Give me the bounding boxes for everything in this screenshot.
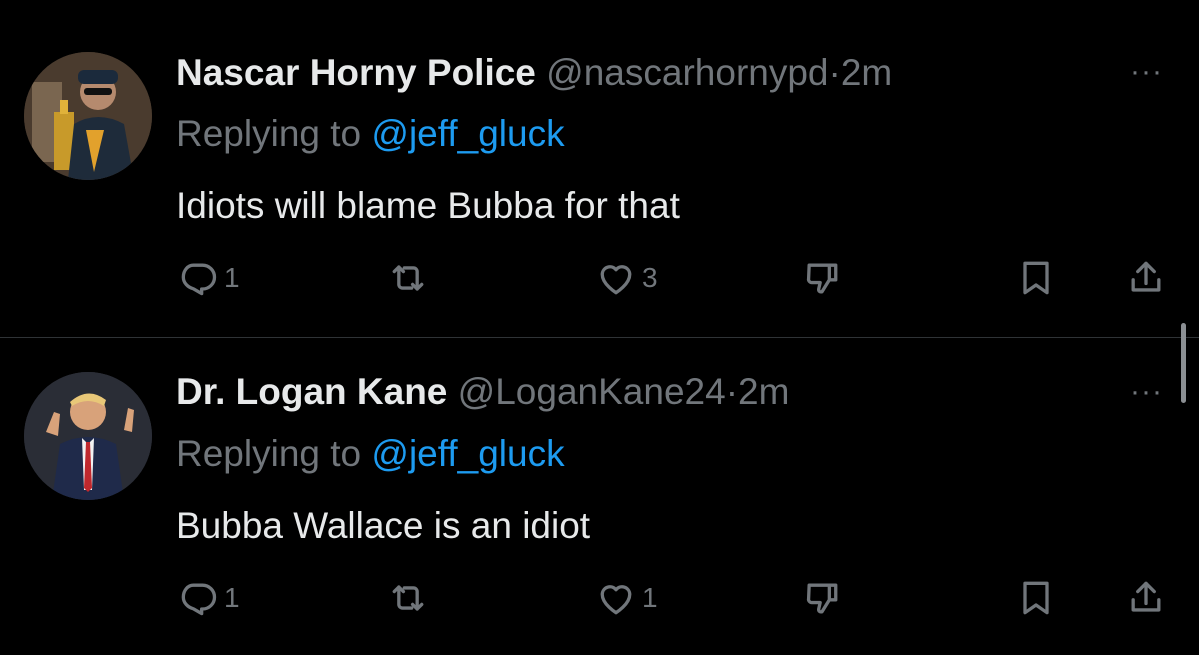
user-handle[interactable]: @nascarhornypd <box>546 52 828 93</box>
like-button[interactable]: 1 <box>594 576 658 620</box>
bookmark-icon <box>1023 581 1049 615</box>
tweet-text: Bubba Wallace is an idiot <box>176 505 591 546</box>
tweet[interactable]: Nascar Horny Police @nascarhornypd·2m ··… <box>0 0 1199 337</box>
tweet[interactable]: Dr. Logan Kane @LoganKane24·2m ··· Reply… <box>0 338 1199 655</box>
avatar-image <box>24 372 152 500</box>
like-count: 3 <box>642 262 658 293</box>
display-name[interactable]: Dr. Logan Kane <box>176 371 447 412</box>
reply-icon <box>181 263 217 296</box>
avatar-image <box>24 52 152 180</box>
share-button[interactable] <box>1124 576 1168 620</box>
mention-link[interactable]: @jeff_gluck <box>371 433 564 474</box>
replying-to-label: Replying to <box>176 113 372 154</box>
replying-to: Replying to @jeff_gluck <box>176 112 565 156</box>
display-name[interactable]: Nascar Horny Police <box>176 52 536 93</box>
like-count: 1 <box>642 582 658 613</box>
separator-dot: · <box>828 52 841 93</box>
reply-button[interactable]: 1 <box>176 576 240 620</box>
tweet-header: Nascar Horny Police @nascarhornypd·2m <box>176 51 892 95</box>
separator-dot: · <box>725 371 739 412</box>
reply-button[interactable]: 1 <box>176 256 240 300</box>
tweet-text: Idiots will blame Bubba for that <box>176 185 680 226</box>
timestamp[interactable]: 2m <box>841 52 892 93</box>
tweet-actions: 1 1 <box>0 576 1199 620</box>
share-icon <box>1131 261 1161 292</box>
tweet-header: Dr. Logan Kane @LoganKane24·2m <box>176 370 789 414</box>
like-button[interactable]: 3 <box>594 256 658 300</box>
reply-count: 1 <box>224 262 240 293</box>
user-handle[interactable]: @LoganKane24 <box>458 371 726 412</box>
reply-count: 1 <box>224 582 240 613</box>
like-icon <box>600 265 632 295</box>
bookmark-icon <box>1023 261 1049 295</box>
dislike-button[interactable] <box>800 256 844 300</box>
retweet-icon <box>392 585 424 611</box>
share-button[interactable] <box>1124 256 1168 300</box>
replying-to-label: Replying to <box>176 433 372 474</box>
retweet-icon <box>392 265 424 291</box>
avatar[interactable] <box>24 52 152 180</box>
retweet-button[interactable] <box>386 576 434 620</box>
bookmark-button[interactable] <box>1014 576 1058 620</box>
replying-to: Replying to @jeff_gluck <box>176 432 565 476</box>
dislike-icon <box>806 263 838 294</box>
like-icon <box>600 585 632 615</box>
dislike-icon <box>806 583 838 614</box>
timestamp[interactable]: 2m <box>738 371 789 412</box>
retweet-button[interactable] <box>386 256 434 300</box>
avatar[interactable] <box>24 372 152 500</box>
tweet-actions: 1 3 <box>0 256 1199 300</box>
more-icon[interactable]: ··· <box>1130 57 1170 87</box>
mention-link[interactable]: @jeff_gluck <box>371 113 564 154</box>
dislike-button[interactable] <box>800 576 844 620</box>
reply-icon <box>181 583 217 616</box>
more-icon[interactable]: ··· <box>1130 377 1170 407</box>
share-icon <box>1131 581 1161 612</box>
scrollbar[interactable] <box>1181 323 1186 403</box>
bookmark-button[interactable] <box>1014 256 1058 300</box>
